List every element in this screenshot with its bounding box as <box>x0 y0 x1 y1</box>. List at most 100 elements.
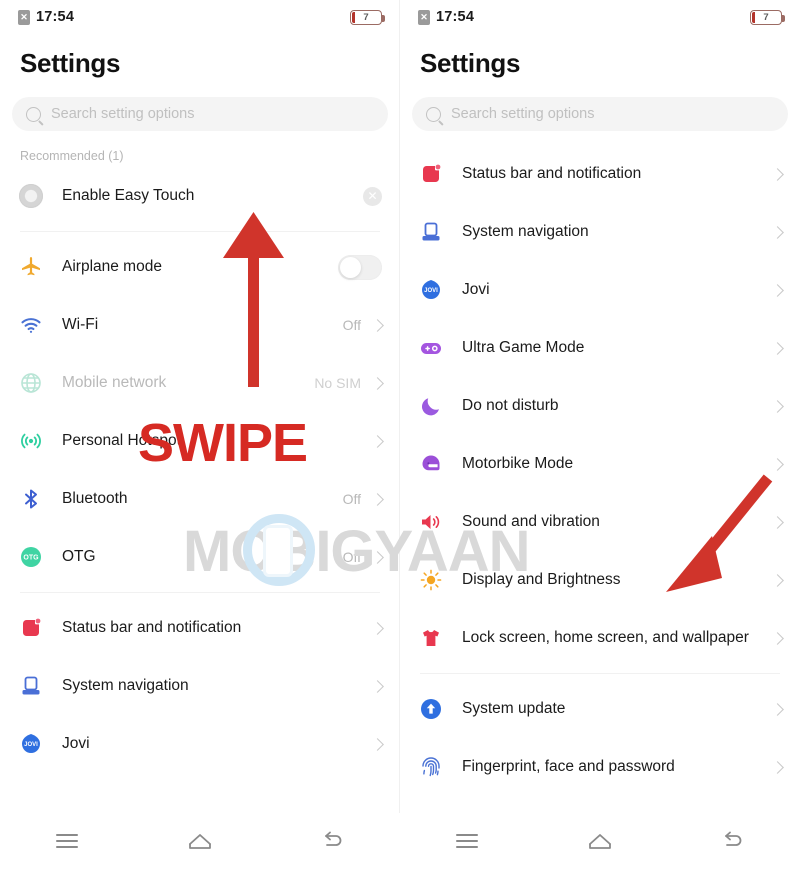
list-item-system-navigation[interactable]: System navigation <box>400 203 800 261</box>
chevron-right-icon <box>371 621 384 635</box>
battery-level-text: 7 <box>763 11 769 23</box>
jovi-icon: JOVI <box>418 277 444 303</box>
list-item-label: OTG <box>62 547 96 565</box>
list-item-label: Lock screen, home screen, and wallpaper <box>462 628 749 646</box>
chevron-right-icon <box>771 760 784 774</box>
list-item-label: Jovi <box>62 734 90 752</box>
chevron-right-icon <box>371 737 384 751</box>
navigation-bar <box>0 813 400 869</box>
back-icon[interactable] <box>703 821 763 861</box>
list-item-label: Display and Brightness <box>462 570 621 588</box>
list-item-ultra-game-mode[interactable]: Ultra Game Mode <box>400 319 800 377</box>
globe-icon <box>18 370 44 396</box>
dual-screenshot-container: ✕ 17:54 7 Settings Search setting option… <box>0 0 800 869</box>
list-item-do-not-disturb[interactable]: Do not disturb <box>400 377 800 435</box>
swipe-annotation-text: SWIPE <box>138 413 308 473</box>
back-icon[interactable] <box>303 821 363 861</box>
list-item-sound-and-vibration[interactable]: Sound and vibration <box>400 493 800 551</box>
search-input[interactable]: Search setting options <box>412 97 788 131</box>
list-item-status-bar-and-notification[interactable]: Status bar and notification <box>0 599 400 657</box>
list-item-value: Off <box>342 549 361 565</box>
menu-icon[interactable] <box>437 821 497 861</box>
status-bar-icon <box>18 615 44 641</box>
list-item-label: System navigation <box>462 222 589 240</box>
status-bar: ✕ 17:54 7 <box>0 0 400 34</box>
chevron-right-icon <box>371 492 384 506</box>
chevron-right-icon <box>371 550 384 564</box>
battery-level-fill <box>752 11 755 23</box>
chevron-right-icon <box>771 399 784 413</box>
chevron-right-icon <box>371 318 384 332</box>
page-title: Settings <box>420 48 521 78</box>
list-item-jovi[interactable]: JOVI Jovi <box>400 261 800 319</box>
divider <box>20 592 380 593</box>
status-bar-left: ✕ 17:54 <box>18 9 74 25</box>
home-icon[interactable] <box>570 821 630 861</box>
battery-icon: 7 <box>350 9 385 25</box>
fingerprint-icon <box>418 754 444 780</box>
list-item-status-bar-and-notification[interactable]: Status bar and notification <box>400 145 800 203</box>
search-icon <box>26 106 41 122</box>
search-input[interactable]: Search setting options <box>12 97 388 131</box>
home-icon[interactable] <box>170 821 230 861</box>
svg-text:JOVI: JOVI <box>24 742 38 748</box>
chevron-right-icon <box>771 702 784 716</box>
chevron-right-icon <box>371 434 384 448</box>
list-item-label: Enable Easy Touch <box>62 186 195 204</box>
list-item-otg[interactable]: OTG OTG Off <box>0 528 400 586</box>
list-item-lock-screen-home-screen-wallpaper[interactable]: Lock screen, home screen, and wallpaper <box>400 609 800 667</box>
close-icon[interactable]: ✕ <box>363 186 382 206</box>
hotspot-icon <box>18 428 44 454</box>
list-item-label: Do not disturb <box>462 396 559 414</box>
chevron-right-icon <box>771 225 784 239</box>
list-item-label: Wi-Fi <box>62 315 99 333</box>
tshirt-icon <box>418 625 444 651</box>
airplane-mode-toggle[interactable] <box>338 254 382 280</box>
svg-text:OTG: OTG <box>23 555 39 562</box>
search-container: Search setting options <box>0 79 400 131</box>
svg-text:JOVI: JOVI <box>424 288 438 294</box>
list-item-value: Off <box>342 317 361 333</box>
system-navigation-icon <box>418 219 444 245</box>
system-navigation-icon <box>18 673 44 699</box>
status-bar-icon <box>418 161 444 187</box>
list-item-label: Sound and vibration <box>462 512 600 530</box>
menu-icon[interactable] <box>37 821 97 861</box>
search-placeholder: Search setting options <box>451 106 595 122</box>
chevron-right-icon <box>371 679 384 693</box>
list-item-system-navigation[interactable]: System navigation <box>0 657 400 715</box>
status-bar-clock: 17:54 <box>436 9 475 25</box>
list-item-value: No SIM <box>314 375 361 391</box>
list-item-enable-easy-touch[interactable]: Enable Easy Touch ✕ <box>0 167 400 225</box>
list-item-motorbike-mode[interactable]: Motorbike Mode <box>400 435 800 493</box>
bluetooth-icon <box>18 486 44 512</box>
list-item-mobile-network[interactable]: Mobile network No SIM <box>0 354 400 412</box>
list-item-label: Bluetooth <box>62 489 128 507</box>
list-item-label: Ultra Game Mode <box>462 338 585 356</box>
search-container: Search setting options <box>400 79 800 131</box>
wifi-icon <box>18 312 44 338</box>
battery-level-text: 7 <box>363 11 369 23</box>
status-bar-left: ✕ 17:54 <box>418 9 474 25</box>
list-item-airplane-mode[interactable]: Airplane mode <box>0 238 400 296</box>
navigation-bar <box>400 813 800 869</box>
divider <box>20 231 380 232</box>
sun-icon <box>418 567 444 593</box>
page-title: Settings <box>20 48 121 78</box>
no-sim-icon: ✕ <box>418 9 430 25</box>
list-item-system-update[interactable]: System update <box>400 680 800 738</box>
list-item-jovi[interactable]: JOVI Jovi <box>0 715 400 773</box>
moon-icon <box>418 393 444 419</box>
system-update-icon <box>418 696 444 722</box>
list-item-wifi[interactable]: Wi-Fi Off <box>0 296 400 354</box>
list-item-bluetooth[interactable]: Bluetooth Off <box>0 470 400 528</box>
list-item-fingerprint-face-password[interactable]: Fingerprint, face and password <box>400 738 800 796</box>
list-item-display-and-brightness[interactable]: Display and Brightness <box>400 551 800 609</box>
list-item-label: Airplane mode <box>62 257 162 275</box>
status-bar: ✕ 17:54 7 <box>400 0 800 34</box>
list-item-label: System update <box>462 699 566 717</box>
status-bar-clock: 17:54 <box>36 9 75 25</box>
divider <box>420 673 780 674</box>
jovi-icon: JOVI <box>18 731 44 757</box>
chevron-right-icon <box>771 515 784 529</box>
